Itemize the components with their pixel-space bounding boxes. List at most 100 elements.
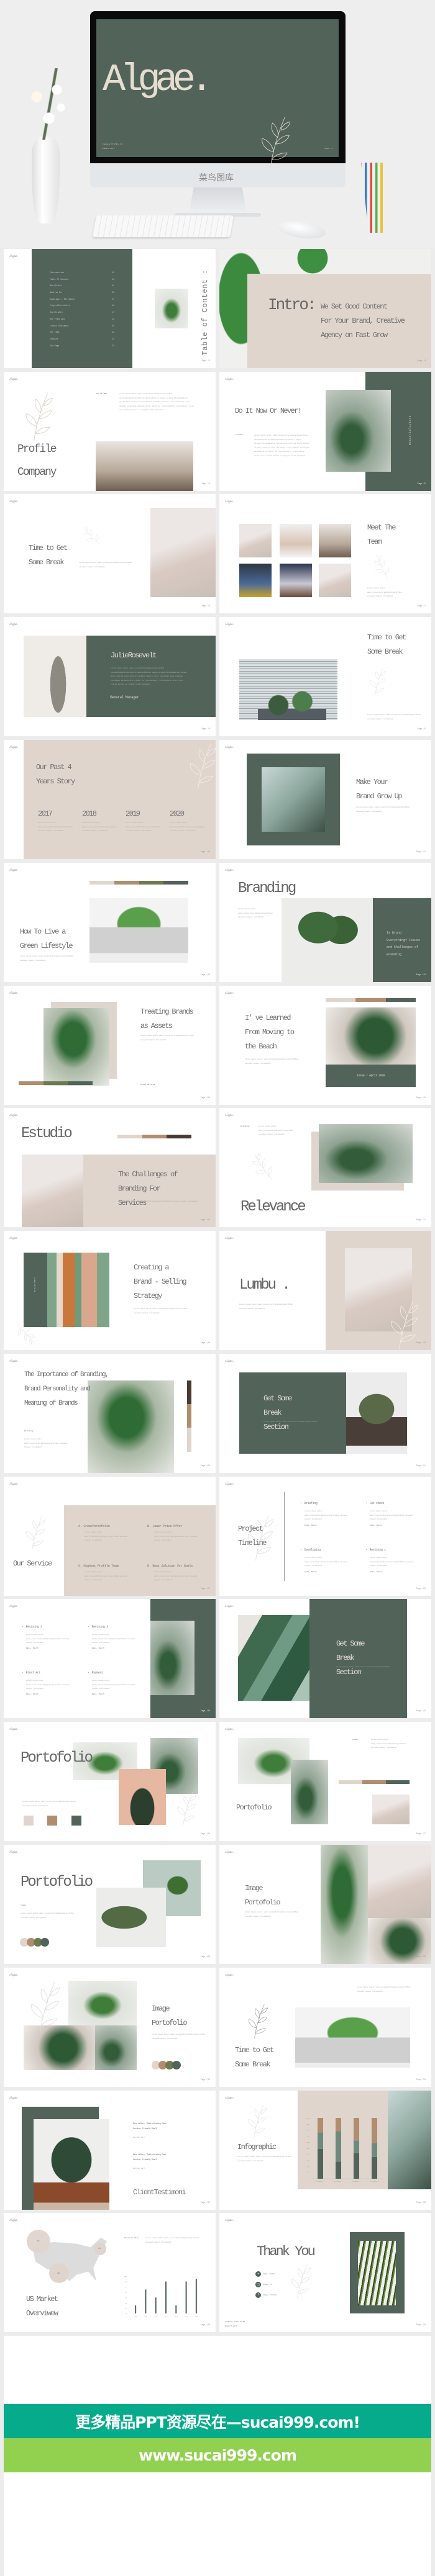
hero-mockup: Algae. Company Profile By Edward Hart Pa… (0, 0, 435, 248)
slide-project-timeline[interactable]: Algae. Project Timeline Briefing Loc Che… (219, 1477, 431, 1596)
slide-image-portofolio-2[interactable]: Algae. Image Portofolio Lorem ipsum dolo… (4, 1968, 216, 2087)
slide-intro[interactable]: Intro: We Set Good Content For Your Bran… (219, 249, 431, 368)
page-number: Page /29 (416, 1955, 426, 1958)
toc-item[interactable]: Highlight / Milestone 07 (50, 298, 114, 305)
map-label: 15% (98, 2248, 101, 2249)
team-member-photo[interactable] (239, 524, 272, 557)
panel-line: Is Brand (387, 931, 402, 935)
slide-get-some-break-section[interactable]: Algae. Get Some Break Section Lorem ipsu… (219, 1354, 431, 1473)
slide-meet-the-team[interactable]: Algae. Meet The Team Lorem ipsum dolor a… (219, 494, 431, 613)
toc-item[interactable]: ProjectPortofolio 10 (50, 304, 114, 311)
body-text: Lorem ipsum dolor amet,consecteturadipis… (367, 714, 421, 720)
vertical-label: ALGAE ARTICLE (34, 1277, 35, 1292)
toc-item[interactable]: What we Do 05 (50, 291, 114, 298)
slide-thank-you[interactable]: Algae. Thank You ✦ Algae Media Algae_ID … (219, 2213, 431, 2332)
slide-client-testimoni[interactable]: Algae. Nice Offers, TheProfileVery Good … (4, 2091, 216, 2210)
quote-text: Service, Friendly Staff (133, 2159, 157, 2161)
slide-time-to-get-some-break-3[interactable]: Algae. Lorem ipsum dolor amet,consectetu… (219, 1968, 431, 2087)
slide-portofolio-2[interactable]: Algae. Image Lorem ipsum dolor amet,cons… (219, 1722, 431, 1841)
page-number: Page /32 (200, 2201, 210, 2204)
slide-ive-learned[interactable]: Algae. Issue / April 2020 I' ve Learned … (219, 986, 431, 1105)
slide-portofolio-1[interactable]: Algae. Portofolio Lorem ipsum dolor amet… (4, 1722, 216, 1841)
facebook-icon: f (255, 2292, 261, 2298)
year-label: 2019 (126, 809, 140, 818)
slide-title: Portofolio (152, 2019, 188, 2027)
slide-time-to-get-some-break[interactable]: Algae. Time to Get Some Break Lorem ipsu… (4, 494, 216, 613)
slide-lumbu[interactable]: Algae. Lumbu . Lorem ipsum dolor amet,co… (219, 1231, 431, 1350)
monitor-screen: Algae. Company Profile By Edward Hart Pa… (96, 19, 339, 157)
pencil-cup (361, 163, 391, 233)
toc-item[interactable]: Introduction 01 (50, 271, 114, 278)
slide-infographic[interactable]: Algae. Infographic Lorem ipsum dolor ame… (219, 2091, 431, 2210)
slide-time-to-get-some-break-2[interactable]: Algae. Time to Get Some Break Lorem ipsu… (219, 617, 431, 736)
slide-estudio[interactable]: Algae. Estudio The Challenges of Brandin… (4, 1108, 216, 1227)
promo-banner-bottom[interactable]: www.sucai999.com (4, 2438, 431, 2472)
leaf-illustration-icon (259, 114, 290, 169)
logo: Algae. (225, 500, 235, 503)
slide-profile-company[interactable]: Algae. Profile Company WHO WE ARE Lorem … (4, 372, 216, 491)
logo: Algae. (225, 1483, 235, 1486)
toc-item[interactable]: Client Testimoni 20 (50, 325, 114, 331)
logo: Algae. (225, 2097, 235, 2100)
page-number: Page /9 (417, 727, 426, 730)
slide-table-of-content[interactable]: Algae. document.write([0,1,2,3,4,5,6,7,8… (4, 249, 216, 368)
team-member-photo[interactable] (319, 524, 351, 557)
snake-plant-photo (88, 1380, 174, 1473)
bar-chart: 0 20 40 60 80 100 120 140 2009 2010 2011 2012 2013 20… (124, 2276, 198, 2317)
slide-creating-a-brand[interactable]: Algae. ALGAE ARTICLE Creating a Brand - … (4, 1231, 216, 1350)
toc-item[interactable]: Our Pricelist 19 (50, 318, 114, 325)
team-member-photo[interactable] (280, 524, 312, 557)
color-dot (40, 1938, 49, 1947)
toc-item[interactable]: End Page 33 (50, 345, 114, 351)
slide-title: Meet The (367, 523, 396, 532)
slide-title: Thank You (257, 2244, 316, 2259)
slide-green-lifestyle[interactable]: Algae. How To Live a Green Lifestyle Lor… (4, 863, 216, 982)
slide-image-portofolio-1[interactable]: Algae. Image Portofolio Lorem ipsum dolo… (219, 1845, 431, 1964)
slide-our-service[interactable]: Algae. Our Service A. GreatPortofolio B.… (4, 1477, 216, 1596)
promo-banner-top[interactable]: 更多精品PPT资源尽在—sucai999.com! (4, 2404, 431, 2438)
slide-project-timeline-2[interactable]: Algae. Revising 2 Revising 3 Final Art P… (4, 1599, 216, 1718)
body-text: Lorem ipsum dolor amet,consecteturadipis… (239, 1304, 293, 1310)
slide-treating-brands[interactable]: Algae. Treating Brands as Assets Lorem i… (4, 986, 216, 1105)
color-swatch (24, 1816, 34, 1826)
logo: Algae. (225, 869, 235, 872)
slide-make-your-brand-grow[interactable]: Algae. Make Your Brand Grow Up Lorem ips… (219, 740, 431, 859)
logo: Algae. (9, 1974, 19, 1977)
color-palette (89, 881, 188, 885)
slide-portofolio-3[interactable]: Algae. Portofolio Image Lorem ipsum dolo… (4, 1845, 216, 1964)
team-member-photo[interactable] (319, 564, 351, 597)
woman-photo (372, 1795, 410, 1824)
slide-branding[interactable]: Algae. Branding Lorem ipsum dolor amet,c… (219, 863, 431, 982)
slide-title: Meaning of Brands (24, 1400, 78, 1407)
slide-title: Estudio (21, 1125, 73, 1142)
profile-title: Company (17, 466, 57, 479)
slide-past-4-years[interactable]: Algae. Our Past 4 Years Story 2017 2018 … (4, 740, 216, 859)
slide-title: the Beach (245, 1042, 277, 1051)
slide-title: US Market (26, 2295, 58, 2304)
slide-relevance[interactable]: Algae. Branding Lorem ipsum dolor amet,c… (219, 1108, 431, 1227)
toc-item[interactable]: Our Team 22 (50, 331, 114, 338)
slide-do-it-now[interactable]: Algae. Do It Now Or Never! Founder Lorem… (219, 372, 431, 491)
toc-item[interactable]: How We Work 17 (50, 311, 114, 318)
hero-page: Page /1 (324, 148, 332, 150)
bar-segment (372, 2156, 377, 2179)
slide-title: Creating a (134, 1263, 170, 1272)
team-member-photo[interactable] (239, 564, 272, 597)
logo: Algae. (9, 623, 19, 626)
year-label: 2020 (170, 809, 185, 818)
slide-title: Timeline (238, 1539, 267, 1547)
slide-title: Brand Personality and (24, 1385, 91, 1393)
toc-item[interactable]: Contact 24 (50, 338, 114, 345)
team-member-photo[interactable] (280, 564, 312, 597)
toc-item-page: 20 (112, 324, 114, 327)
slide-importance-of-branding[interactable]: Algae. The Importance of Branding, Brand… (4, 1354, 216, 1473)
toc-item[interactable]: Who We Are 04 (50, 284, 114, 291)
toc-item[interactable]: Table Of Content 02 (50, 278, 114, 285)
slide-julie-rosevelt[interactable]: Algae. JulieRosevelt Lorem ipsum dolor a… (4, 617, 216, 736)
section-label: Branding (24, 1430, 34, 1432)
slide-title: Branding (238, 880, 296, 897)
x-tick-label: Category 4 (370, 2181, 379, 2182)
slide-get-some-break-section-2[interactable]: Algae. Get Some Break Section Lorem ipsu… (219, 1599, 431, 1718)
slide-us-market-overview[interactable]: Algae. 40% 15% 30% US Market Overviwew B… (4, 2213, 216, 2332)
logo: Algae. (9, 1851, 19, 1854)
